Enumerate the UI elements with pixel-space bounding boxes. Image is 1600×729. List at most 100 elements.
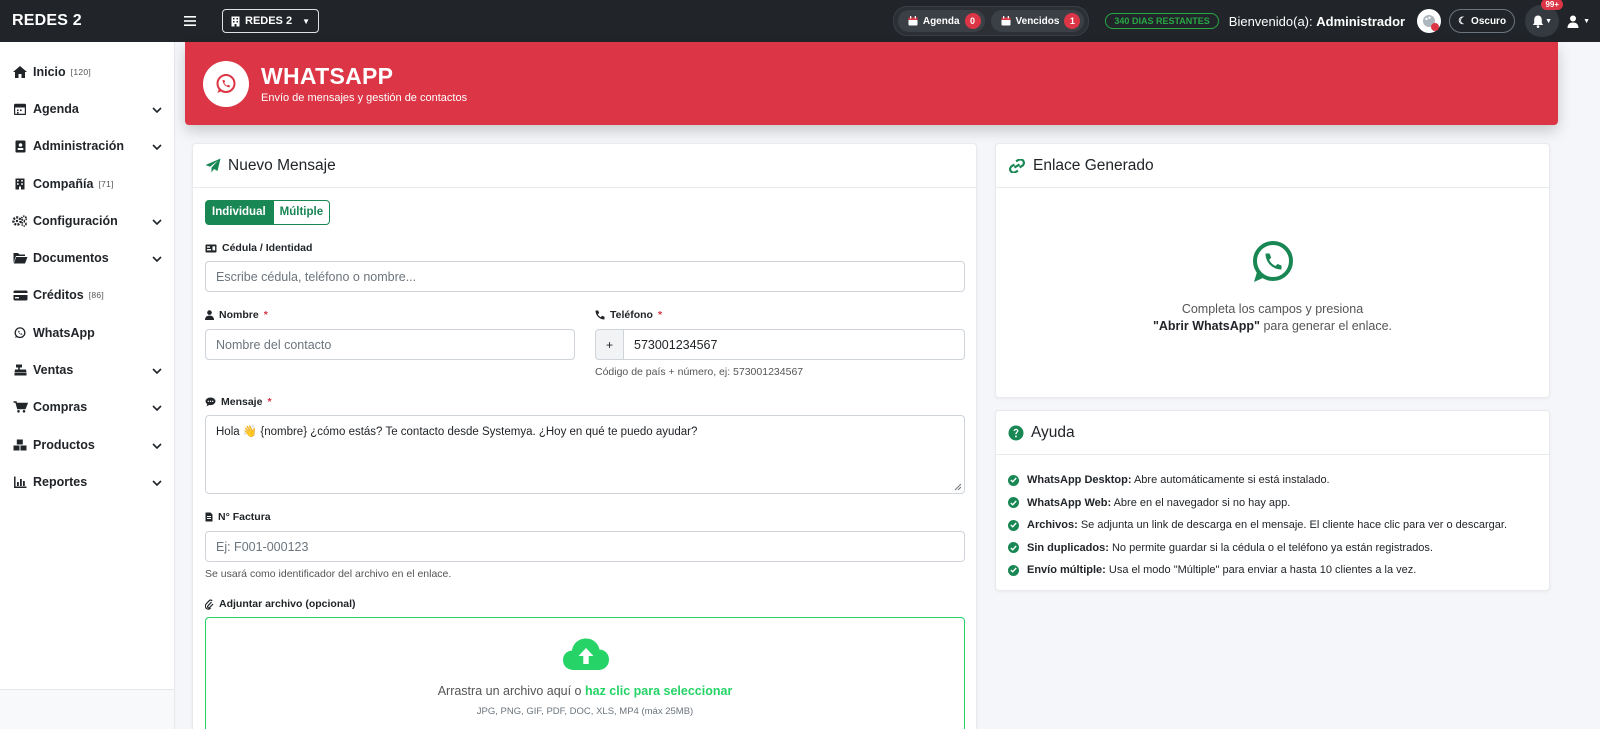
help-title: Ayuda [1031,423,1075,441]
chevron-down-icon [152,214,162,228]
page-title: WHATSAPP [261,63,394,89]
building-icon [231,16,240,26]
whatsapp-logo-icon [203,60,249,107]
sidebar-item-compras[interactable]: Compras [0,389,174,426]
empty-link-line2: "Abrir WhatsApp" para generar el enlace. [1152,319,1393,333]
user-icon [205,310,214,320]
home-icon [12,65,28,78]
id-search-input[interactable]: Escribe cédula, teléfono o nombre... [205,261,965,292]
sidebar-item-label: Inicio [33,64,66,79]
chevron-down-icon [152,102,162,116]
cash-register-icon [12,364,28,376]
dark-mode-label: Oscuro [1471,15,1507,27]
whatsapp-icon [12,326,28,339]
shortcut-pills: Agenda 0 Vencidos 1 [892,6,1090,36]
sidebar-item-count: [71] [98,178,114,189]
page-header-banner: WHATSAPP Envío de mensajes y gestión de … [185,42,1558,125]
page-subtitle: Envío de mensajes y gestión de contactos [261,92,468,104]
sidebar-item-reportes[interactable]: Reportes [0,463,174,500]
generated-link-header: Enlace Generado [996,144,1549,188]
chevron-down-icon [152,400,162,414]
phone-hint: Código de país + número, ej: 57300123456… [595,366,804,378]
check-circle-icon [1008,519,1019,531]
help-header: Ayuda [996,411,1549,455]
sidebar-item-inicio[interactable]: Inicio [120] [0,53,174,90]
notifications-button[interactable]: ▼ 99+ [1525,0,1564,37]
sidebar-item-label: Agenda [33,101,79,116]
select-file-link[interactable]: haz clic para seleccionar [585,684,732,698]
check-circle-icon [1008,497,1019,509]
sidebar-item-configuracion[interactable]: Configuración [0,202,174,239]
user-menu-button[interactable]: ▼ [1567,15,1590,28]
link-icon [1009,158,1025,173]
phone-label: Teléfono * [595,309,662,321]
palette-status-dot [1431,23,1440,31]
sidebar: Inicio [120] Agenda Administración Compa… [0,42,175,729]
sidebar-item-label: Configuración [33,213,118,228]
company-selector[interactable]: REDES 2 ▼ [222,9,319,33]
folder-open-icon [12,252,28,264]
sidebar-item-compania[interactable]: Compañía [71] [0,165,174,202]
file-dropzone[interactable]: Arrastra un archivo aquí o haz clic para… [205,617,965,729]
chevron-down-icon [152,251,162,265]
caret-down-icon: ▼ [302,16,310,26]
phone-input[interactable]: 573001234567 [623,329,965,360]
file-invoice-icon [205,512,213,522]
sidebar-item-whatsapp[interactable]: WhatsApp [0,314,174,351]
chart-icon [12,476,28,488]
sidebar-item-productos[interactable]: Productos [0,426,174,463]
sidebar-item-administracion[interactable]: Administración [0,128,174,165]
message-text: Hola 👋 {nombre} ¿cómo estás? Te contacto… [216,426,698,438]
help-card: Ayuda WhatsApp Desktop: Abre automáticam… [995,410,1550,591]
caret-down-icon: ▼ [1583,17,1590,25]
bell-icon [1532,15,1544,28]
sidebar-item-ventas[interactable]: Ventas [0,351,174,388]
cloud-upload-icon [563,638,609,670]
dark-mode-button[interactable]: ☾ Oscuro [1449,9,1516,33]
agenda-pill[interactable]: Agenda 0 [897,10,985,32]
credit-card-icon [12,290,28,301]
name-input[interactable]: Nombre del contacto [205,329,575,360]
sidebar-item-label: Reportes [33,474,88,489]
sidebar-item-label: WhatsApp [33,325,95,340]
mode-multiple-button[interactable]: Múltiple [272,200,331,225]
app-brand[interactable]: REDES 2 [0,12,175,30]
empty-link-line1: Completa los campos y presiona [1181,302,1364,316]
sidebar-item-label: Compañía [33,176,94,191]
invoice-input[interactable]: Ej: F001-000123 [205,531,965,562]
help-item: Archivos: Se adjunta un link de descarga… [1008,514,1507,537]
sidebar-item-label: Administración [33,139,124,154]
caret-down-icon: ▼ [1545,17,1553,25]
phone-icon [595,310,605,320]
sidebar-item-label: Documentos [33,251,109,266]
resize-handle-icon[interactable] [954,483,962,491]
sidebar-item-agenda[interactable]: Agenda [0,90,174,127]
id-label: Cédula / Identidad [205,242,312,254]
paper-plane-icon [205,158,221,173]
user-icon [1567,15,1579,28]
message-label: Mensaje * [205,396,272,408]
message-textarea[interactable]: Hola 👋 {nombre} ¿cómo estás? Te contacto… [205,415,965,494]
id-card-icon [205,244,217,252]
menu-toggle-icon[interactable] [180,13,200,30]
dropzone-file-types: JPG, PNG, GIF, PDF, DOC, XLS, MP4 (máx 2… [476,706,694,717]
moon-icon: ☾ [1458,15,1468,27]
sidebar-footer [0,689,174,729]
attach-label: Adjuntar archivo (opcional) [205,598,356,610]
new-message-title: Nuevo Mensaje [228,156,336,174]
chevron-down-icon [152,438,162,452]
mode-toggle: Individual Múltiple [205,200,331,225]
sidebar-item-creditos[interactable]: Créditos [86] [0,277,174,314]
sidebar-item-documentos[interactable]: Documentos [0,239,174,276]
calendar-icon [12,103,28,115]
overdue-pill-label: Vencidos [1015,15,1060,27]
mode-individual-button[interactable]: Individual [205,200,273,225]
palette-button[interactable] [1417,9,1442,33]
sidebar-item-label: Créditos [33,288,84,303]
id-card-icon [12,140,28,153]
generated-link-card: Enlace Generado Completa los campos y pr… [995,143,1550,398]
generated-link-title: Enlace Generado [1033,156,1154,174]
overdue-pill[interactable]: Vencidos 1 [990,10,1085,32]
question-circle-icon [1008,425,1024,440]
chevron-down-icon [152,363,162,377]
